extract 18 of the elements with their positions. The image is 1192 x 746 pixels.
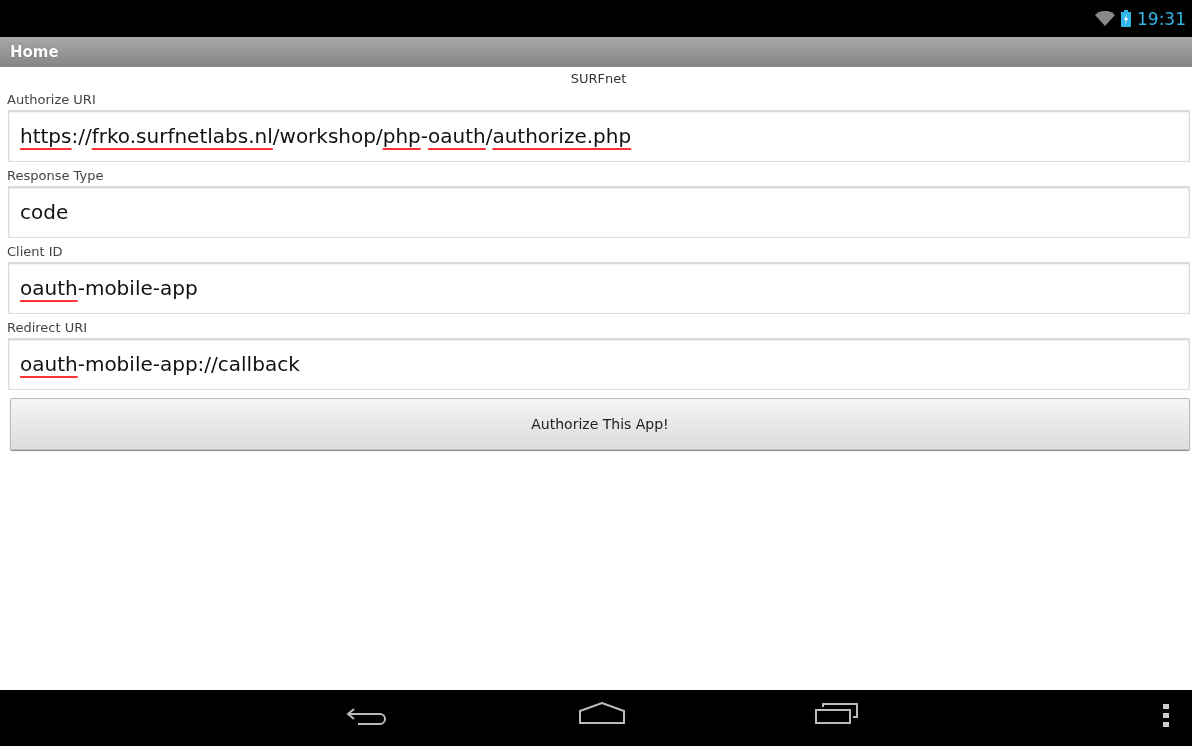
field-label: Redirect URI: [7, 320, 88, 335]
field-label: Response Type: [7, 168, 104, 183]
input-field[interactable]: code: [8, 186, 1190, 238]
battery-icon: [1121, 10, 1131, 27]
action-bar-title: Home: [10, 43, 59, 61]
home-icon[interactable]: [579, 702, 625, 724]
input-field[interactable]: oauth-mobile-app: [8, 262, 1190, 314]
overflow-menu-icon[interactable]: [1163, 704, 1169, 728]
wifi-icon: [1095, 11, 1115, 26]
clock: 19:31: [1137, 8, 1186, 29]
authorize-button[interactable]: Authorize This App!: [10, 398, 1190, 450]
field-label: Client ID: [7, 244, 63, 259]
recent-apps-icon[interactable]: [815, 702, 859, 724]
input-field[interactable]: https://frko.surfnetlabs.nl/workshop/php-oauth/authorize.php: [8, 110, 1190, 162]
field-label: Authorize URI: [7, 92, 96, 107]
input-field[interactable]: oauth-mobile-app://callback: [8, 338, 1190, 390]
app-heading: SURFnet: [570, 71, 627, 86]
back-icon[interactable]: [346, 706, 388, 726]
